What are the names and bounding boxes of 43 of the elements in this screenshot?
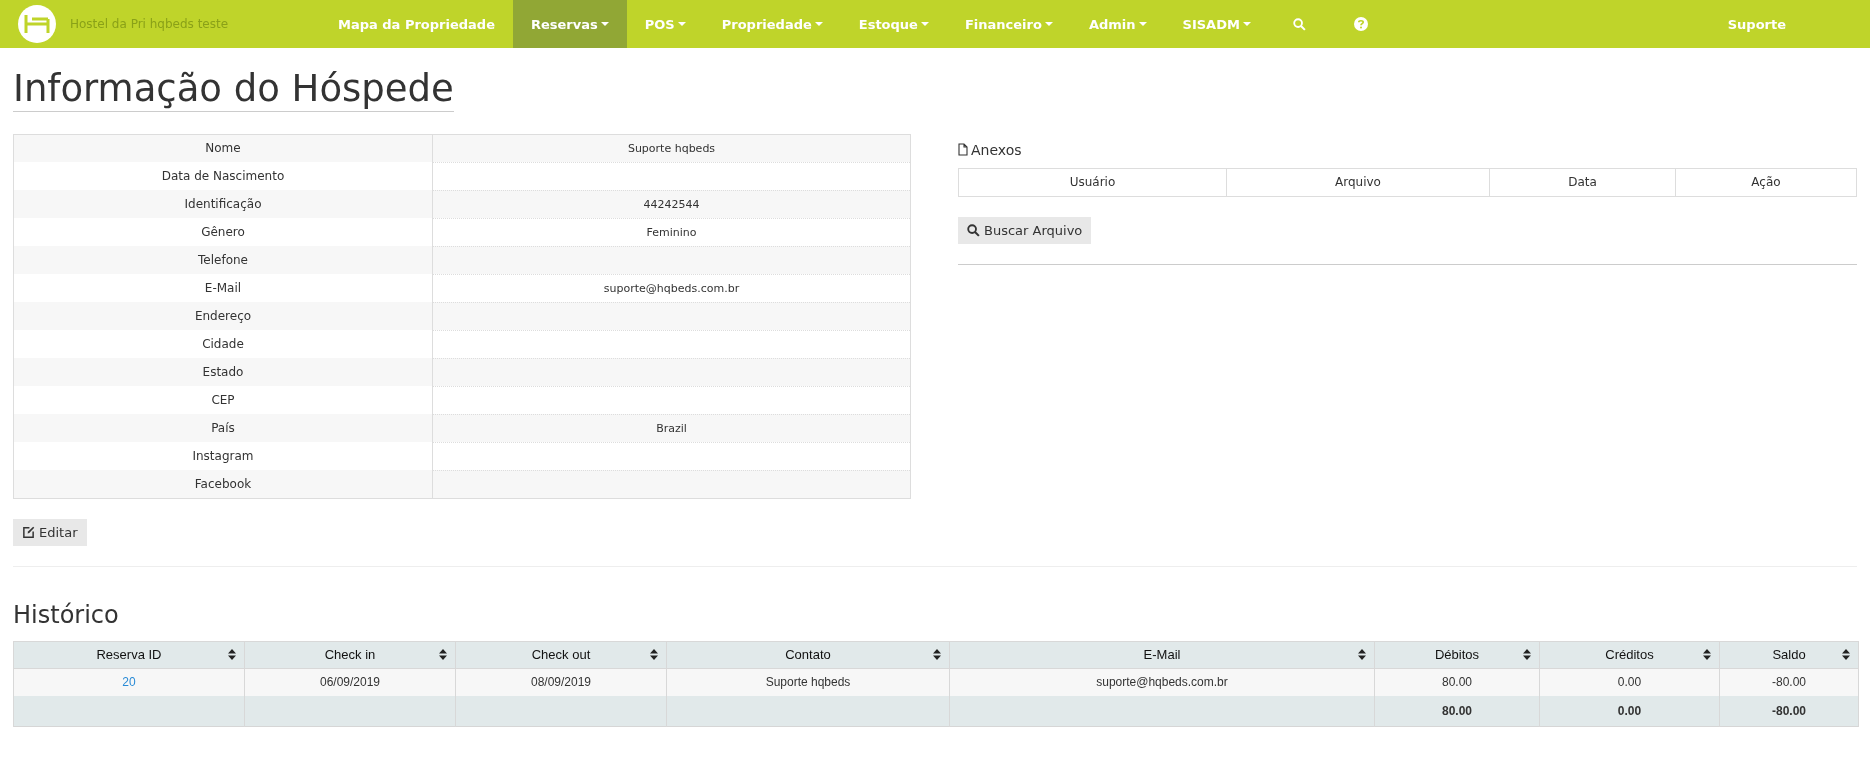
field-label: País	[13, 414, 433, 443]
sort-icon[interactable]	[1358, 648, 1366, 660]
file-icon	[958, 143, 968, 157]
sort-icon[interactable]	[439, 648, 447, 660]
field-label: Endereço	[13, 302, 433, 331]
search-file-button[interactable]: Buscar Arquivo	[958, 216, 1092, 244]
history-title: Histórico	[13, 600, 120, 629]
field-value: 44242544	[432, 190, 911, 219]
total-cell: 0.00	[1539, 696, 1720, 727]
search-icon	[967, 223, 980, 237]
sortable-column-header[interactable]: Créditos	[1539, 641, 1720, 669]
column-header: Ação	[1675, 168, 1857, 197]
column-header: Usuário	[958, 168, 1227, 197]
page-title: Informação do Hóspede	[13, 68, 454, 112]
nav-menu-item[interactable]: Reservas	[513, 0, 627, 48]
total-cell: 80.00	[1374, 696, 1540, 727]
field-label: Nome	[13, 134, 433, 163]
sort-icon[interactable]	[933, 648, 941, 660]
field-label: Identificação	[13, 190, 433, 219]
sort-icon[interactable]	[1523, 648, 1531, 660]
sortable-column-header[interactable]: Contato	[666, 641, 950, 669]
total-cell: -80.00	[1719, 696, 1859, 727]
sort-icon[interactable]	[1703, 648, 1711, 660]
sortable-column-header[interactable]: Check out	[455, 641, 667, 669]
sortable-column-header[interactable]: Check in	[244, 641, 456, 669]
column-header: Arquivo	[1226, 168, 1490, 197]
sortable-column-header[interactable]: Débitos	[1374, 641, 1540, 669]
field-label: Telefone	[13, 246, 433, 275]
field-label: Facebook	[13, 470, 433, 499]
sortable-column-header[interactable]: Saldo	[1719, 641, 1859, 669]
attachments-title: Anexos	[971, 141, 1022, 158]
reservation-link[interactable]: 20	[122, 675, 136, 690]
edit-button[interactable]: Editar	[13, 518, 87, 546]
sort-icon[interactable]	[1842, 648, 1850, 660]
field-value: Brazil	[432, 414, 911, 443]
column-header: Data	[1489, 168, 1676, 197]
sort-icon[interactable]	[650, 648, 658, 660]
field-value: Suporte hqbeds	[432, 134, 911, 163]
sortable-column-header[interactable]: E-Mail	[949, 641, 1375, 669]
field-label: Estado	[13, 358, 433, 387]
edit-icon	[22, 525, 35, 539]
sort-icon[interactable]	[228, 648, 236, 660]
sortable-column-header[interactable]: Reserva ID	[13, 641, 245, 669]
